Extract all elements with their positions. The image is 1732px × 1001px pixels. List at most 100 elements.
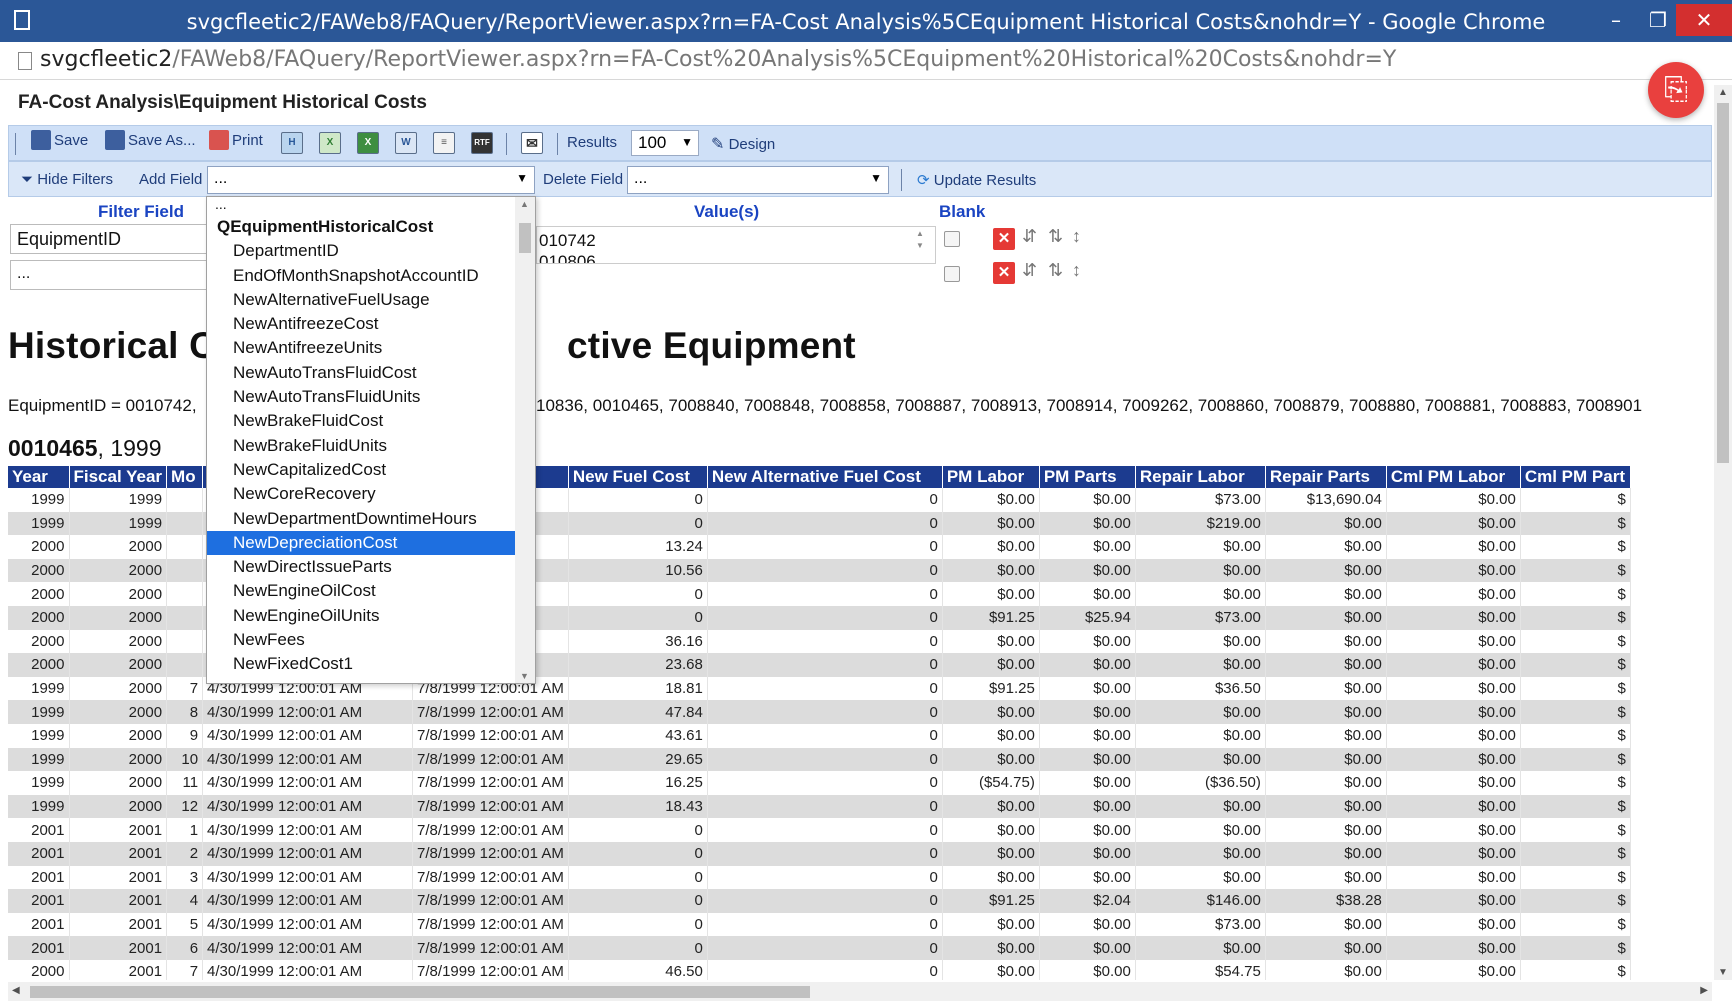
excel-icon[interactable]: X [357,132,379,154]
filter-field-input[interactable]: EquipmentID [10,224,210,254]
word-icon[interactable]: W [395,132,417,154]
table-row[interactable]: 2001 2001 3 4/30/1999 12:00:01 AM 7/8/1999 1… [8,865,1631,890]
dropdown-scrollbar[interactable]: ▲ ▼ [515,197,535,683]
dropdown-option[interactable]: NewFixedCost1 [207,652,517,676]
table-row[interactable]: 2001 2001 1 4/30/1999 12:00:01 AM 7/8/1999 1… [8,818,1631,842]
table-row[interactable]: 2000 2001 7 4/30/1999 12:00:01 AM 7/8/1999 1… [8,959,1631,980]
dropdown-option[interactable]: NewAntifreezeCost [207,312,517,336]
table-row[interactable]: 1999 2000 8 4/30/1999 12:00:01 AM 7/8/1999 1… [8,700,1631,724]
table-row[interactable]: 2001 2001 5 4/30/1999 12:00:01 AM 7/8/1999 1… [8,912,1631,937]
reorder-icon[interactable]: ↕ [1072,226,1081,247]
column-header[interactable]: PM Labor [942,466,1040,488]
pdf-print-icon [209,130,229,150]
delete-filter-icon[interactable]: ✕ [993,262,1015,284]
value-item[interactable]: 010742 [539,230,933,251]
vertical-scrollbar[interactable]: ▲ ▼ [1714,85,1732,980]
dropdown-option[interactable]: NewEngineOilUnits [207,604,517,628]
delete-field-select[interactable]: ... ▼ [627,166,889,194]
column-header[interactable]: New Fuel Cost [568,466,708,488]
dropdown-option[interactable]: NewFees [207,628,517,652]
table-cell: 10 [166,747,204,772]
dropdown-option[interactable]: NewCoreRecovery [207,482,517,506]
move-down-icon[interactable]: ⇅ [1048,260,1063,281]
dropdown-option[interactable]: NewDirectIssueParts [207,555,517,579]
scroll-left-icon[interactable]: ◀ [12,985,20,996]
scroll-thumb[interactable] [1717,103,1729,463]
column-header[interactable]: Mo [166,466,204,488]
dropdown-option[interactable]: NewAutoTransFluidUnits [207,385,517,409]
add-field-dropdown[interactable]: ... QEquipmentHistoricalCost DepartmentI… [206,196,536,684]
rtf-icon[interactable]: RTF [471,132,493,154]
value-spinner[interactable]: ▲ ▼ [916,228,924,252]
column-header[interactable]: PM Parts [1039,466,1136,488]
column-header[interactable]: Fiscal Year [69,466,168,488]
html-export-icon[interactable]: H [281,132,303,154]
minimize-button[interactable]: – [1596,4,1636,36]
dropdown-option[interactable]: NewEngineOilCost [207,579,517,603]
scroll-right-icon[interactable]: ▶ [1700,985,1708,996]
print-button[interactable]: Print [209,130,263,150]
capture-icon[interactable]: ⎘ [1648,62,1704,118]
table-row[interactable]: 1999 2000 12 4/30/1999 12:00:01 AM 7/8/1999 … [8,794,1631,819]
dropdown-option[interactable]: NewAntifreezeUnits [207,336,517,360]
table-row[interactable]: 2001 2001 6 4/30/1999 12:00:01 AM 7/8/1999 1… [8,936,1631,960]
design-button[interactable]: ✎ Design [711,134,775,154]
table-row[interactable]: 2001 2001 4 4/30/1999 12:00:01 AM 7/8/1999 1… [8,889,1631,913]
blank-checkbox[interactable] [944,266,960,282]
column-header[interactable]: Repair Parts [1265,466,1387,488]
move-down-icon[interactable]: ⇅ [1048,226,1063,247]
table-cell: $0.00 [1386,676,1521,701]
table-row[interactable]: 2001 2001 2 4/30/1999 12:00:01 AM 7/8/1999 1… [8,841,1631,866]
save-as-button[interactable]: Save As... [105,130,196,150]
table-row[interactable]: 1999 2000 9 4/30/1999 12:00:01 AM 7/8/1999 1… [8,723,1631,748]
table-cell: $0.00 [1135,794,1266,819]
scroll-down-icon[interactable]: ▼ [1718,967,1728,978]
dropdown-option[interactable]: NewAutoTransFluidCost [207,361,517,385]
scroll-up-icon[interactable]: ▲ [520,199,529,209]
values-listbox[interactable]: 010742 010806 [536,226,936,264]
table-cell: 2001 [8,936,70,960]
add-field-select[interactable]: ... ▼ [207,166,535,194]
dropdown-option[interactable]: DepartmentID [207,239,517,263]
table-cell: 2000 [69,676,168,701]
url-text[interactable]: svgcfleetic2/FAWeb8/FAQuery/ReportViewer… [40,47,1396,72]
scroll-down-icon[interactable]: ▼ [520,671,529,681]
save-button[interactable]: Save [31,130,88,150]
delete-filter-icon[interactable]: ✕ [993,228,1015,250]
restore-button[interactable]: ❐ [1638,4,1678,36]
column-header[interactable]: Cml PM Labor [1386,466,1521,488]
horizontal-scrollbar[interactable]: ◀ ▶ [8,982,1712,1001]
hide-filters-button[interactable]: ⏷ Hide Filters [21,171,113,188]
scroll-thumb[interactable] [30,986,810,998]
scroll-up-icon[interactable]: ▲ [1718,87,1728,98]
address-bar[interactable]: svgcfleetic2/FAWeb8/FAQuery/ReportViewer… [0,42,1732,80]
reorder-icon[interactable]: ↕ [1072,260,1081,281]
scroll-thumb[interactable] [519,223,531,253]
excel-export-icon[interactable]: X [319,132,341,154]
table-row[interactable]: 1999 2000 11 4/30/1999 12:00:01 AM 7/8/1999 … [8,771,1631,795]
update-results-button[interactable]: ⟳ Update Results [917,171,1036,189]
results-select[interactable]: 100 ▼ [631,130,699,156]
value-item[interactable]: 010806 [539,251,933,263]
column-header[interactable]: Repair Labor [1135,466,1266,488]
move-up-icon[interactable]: ⇵ [1022,226,1037,247]
move-up-icon[interactable]: ⇵ [1022,260,1037,281]
dropdown-option[interactable]: NewDepreciationCost [207,530,517,556]
blank-checkbox[interactable] [944,231,960,247]
dropdown-option[interactable]: EndOfMonthSnapshotAccountID [207,264,517,288]
document-icon[interactable]: ≡ [433,132,455,154]
close-button[interactable]: ✕ [1676,4,1732,36]
dropdown-option[interactable]: NewAlternativeFuelUsage [207,288,517,312]
column-header[interactable]: Cml PM Part [1520,466,1631,488]
dropdown-option[interactable]: NewBrakeFluidCost [207,409,517,433]
email-icon[interactable]: ✉ [521,132,543,154]
dropdown-option[interactable]: NewCapitalizedCost [207,458,517,482]
column-header[interactable]: New Alternative Fuel Cost [707,466,943,488]
dropdown-option[interactable]: NewDepartmentDowntimeHours [207,507,517,531]
table-cell: $0.00 [1265,700,1387,724]
column-header[interactable]: Year [8,466,70,488]
filter-field-input[interactable]: ... [10,260,210,290]
dropdown-option[interactable]: ... [207,197,517,215]
table-row[interactable]: 1999 2000 10 4/30/1999 12:00:01 AM 7/8/1999 … [8,747,1631,772]
dropdown-option[interactable]: NewBrakeFluidUnits [207,434,517,458]
